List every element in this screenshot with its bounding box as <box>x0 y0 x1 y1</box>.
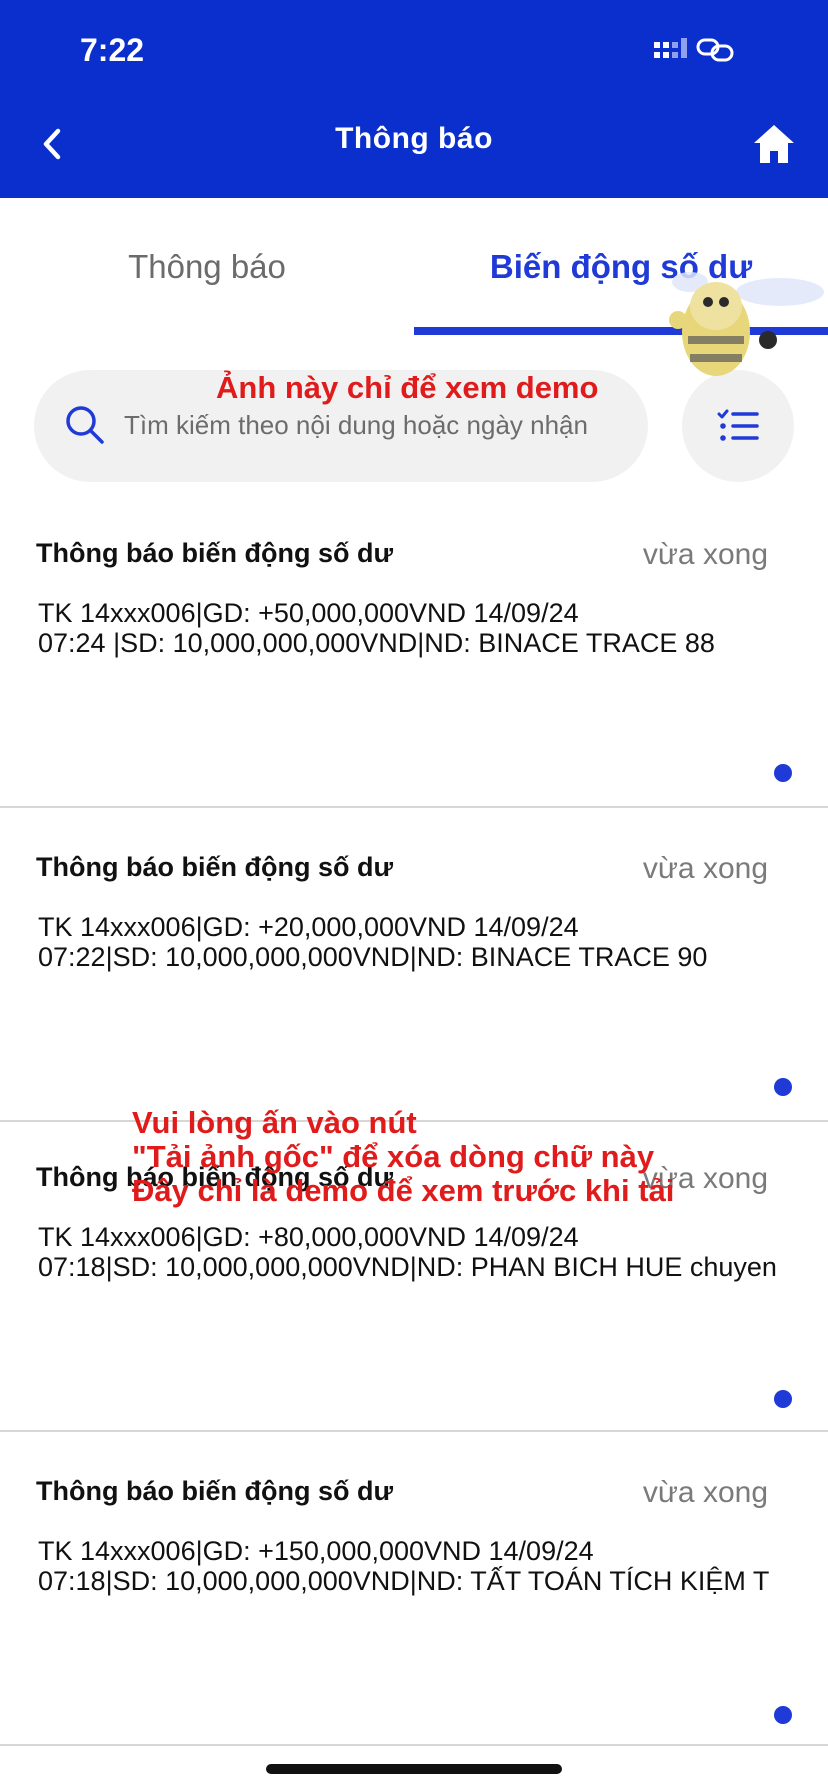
unread-dot <box>774 1390 792 1408</box>
notification-title: Thông báo biến động số dư <box>36 852 393 882</box>
page-title: Thông báo <box>335 122 493 155</box>
status-time: 7:22 <box>80 32 145 68</box>
notification-body: TK 14xxx006|GD: +20,000,000VND 14/09/24 … <box>38 912 708 972</box>
notification-body: TK 14xxx006|GD: +150,000,000VND 14/09/24… <box>38 1536 770 1596</box>
notification-body: TK 14xxx006|GD: +80,000,000VND 14/09/24 … <box>38 1222 777 1282</box>
notification-item[interactable]: Thông báo biến động số dư vừa xong TK 14… <box>0 1432 828 1746</box>
notification-item[interactable]: Thông báo biến động số dư vừa xong TK 14… <box>0 1118 828 1432</box>
notification-title: Thông báo biến động số dư <box>36 1476 393 1506</box>
search-input[interactable]: Tìm kiếm theo nội dung hoặc ngày nhận <box>34 370 648 482</box>
home-button[interactable] <box>746 116 802 172</box>
notification-item[interactable]: Thông báo biến động số dư vừa xong TK 14… <box>0 808 828 1122</box>
unread-dot <box>774 1706 792 1724</box>
notification-time: vừa xong <box>642 852 768 885</box>
notification-time: vừa xong <box>642 538 768 571</box>
notification-time: vừa xong <box>642 1162 768 1195</box>
notification-time: vừa xong <box>642 1476 768 1509</box>
unread-dot <box>774 1078 792 1096</box>
search-placeholder: Tìm kiếm theo nội dung hoặc ngày nhận <box>124 410 588 440</box>
link-icon <box>696 38 734 62</box>
app-header: 7:22 Thông báo <box>0 0 828 198</box>
notification-body: TK 14xxx006|GD: +50,000,000VND 14/09/24 … <box>38 598 715 658</box>
notification-item[interactable]: Thông báo biến động số dư vừa xong TK 14… <box>0 494 828 808</box>
home-icon <box>754 125 794 163</box>
notification-title: Thông báo biến động số dư <box>36 538 393 568</box>
filter-list-icon <box>717 409 759 441</box>
tab-notifications[interactable]: Thông báo <box>0 198 414 336</box>
unread-dot <box>774 764 792 782</box>
search-icon <box>66 406 104 444</box>
mascot-bee-icon <box>669 272 824 376</box>
home-indicator[interactable] <box>266 1764 562 1774</box>
notification-title: Thông báo biến động số dư <box>36 1162 393 1192</box>
signal-icon <box>654 38 687 58</box>
